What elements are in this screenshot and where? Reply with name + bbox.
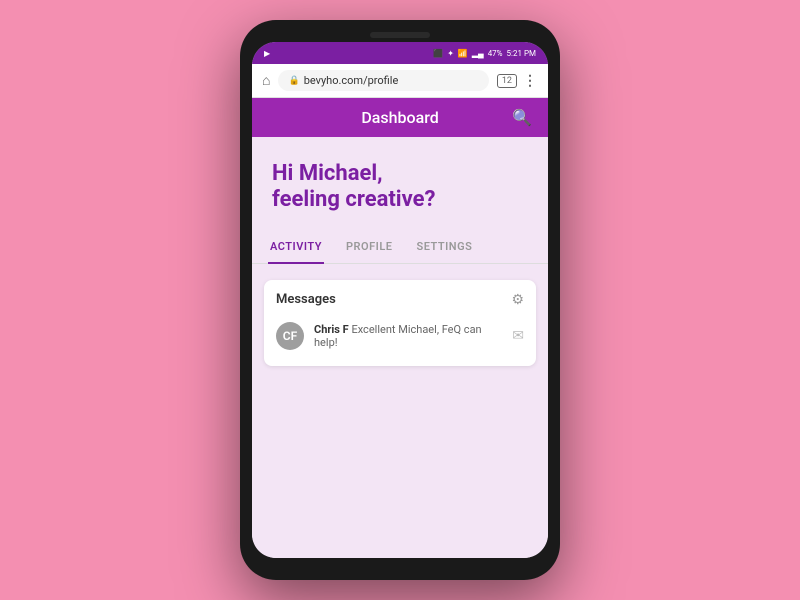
filter-icon[interactable]: ⚙ xyxy=(511,292,524,308)
home-icon[interactable]: ⌂ xyxy=(262,72,270,89)
greeting-line1: Hi Michael, xyxy=(272,161,528,187)
url-text: bevyho.com/profile xyxy=(304,74,399,87)
messages-header: Messages ⚙ xyxy=(276,292,524,308)
tab-activity[interactable]: ACTIVITY xyxy=(268,230,324,263)
tab-profile[interactable]: PROFILE xyxy=(344,230,395,263)
cast-icon: ⬛ xyxy=(433,49,443,58)
app-title: Dashboard xyxy=(288,108,512,127)
avatar: CF xyxy=(276,322,304,350)
phone-speaker xyxy=(370,32,430,38)
lock-icon: 🔒 xyxy=(288,76,299,86)
greeting-text: Hi Michael, feeling creative? xyxy=(272,161,528,214)
status-bar: ▶ ⬛ ✦ 📶 ▂▄ 47% 5:21 PM xyxy=(252,42,548,64)
bluetooth-icon: ✦ xyxy=(447,49,454,58)
app-header: Dashboard 🔍 xyxy=(252,98,548,137)
message-sender: Chris F xyxy=(314,323,349,336)
message-content: Chris F Excellent Michael, FeQ can help! xyxy=(314,323,502,349)
signal-icon: ▂▄ xyxy=(472,49,484,58)
browser-bar: ⌂ 🔒 bevyho.com/profile 12 ⋮ xyxy=(252,64,548,98)
content-area: Messages ⚙ CF Chris F Excellent Michael,… xyxy=(252,264,548,382)
greeting-line2: feeling creative? xyxy=(272,187,528,213)
messages-title: Messages xyxy=(276,292,336,307)
greeting-section: Hi Michael, feeling creative? xyxy=(252,137,548,230)
tab-count[interactable]: 12 xyxy=(497,74,517,88)
phone-screen: ▶ ⬛ ✦ 📶 ▂▄ 47% 5:21 PM ⌂ 🔒 bevyho.com/pr… xyxy=(252,42,548,558)
tabs-row: ACTIVITY PROFILE SETTINGS xyxy=(252,230,548,264)
messages-card: Messages ⚙ CF Chris F Excellent Michael,… xyxy=(264,280,536,366)
message-item[interactable]: CF Chris F Excellent Michael, FeQ can he… xyxy=(276,318,524,354)
url-bar[interactable]: 🔒 bevyho.com/profile xyxy=(278,70,488,91)
wifi-icon: 📶 xyxy=(458,49,468,58)
tab-settings[interactable]: SETTINGS xyxy=(414,230,474,263)
time-text: 5:21 PM xyxy=(507,49,536,58)
main-content: Hi Michael, feeling creative? ACTIVITY P… xyxy=(252,137,548,558)
phone-device: ▶ ⬛ ✦ 📶 ▂▄ 47% 5:21 PM ⌂ 🔒 bevyho.com/pr… xyxy=(240,20,560,580)
search-icon[interactable]: 🔍 xyxy=(512,108,532,127)
battery-text: 47% xyxy=(488,49,503,58)
more-options-icon[interactable]: ⋮ xyxy=(523,73,538,89)
envelope-icon: ✉ xyxy=(512,328,524,344)
video-icon: ▶ xyxy=(264,49,270,58)
browser-actions: 12 ⋮ xyxy=(497,73,538,89)
